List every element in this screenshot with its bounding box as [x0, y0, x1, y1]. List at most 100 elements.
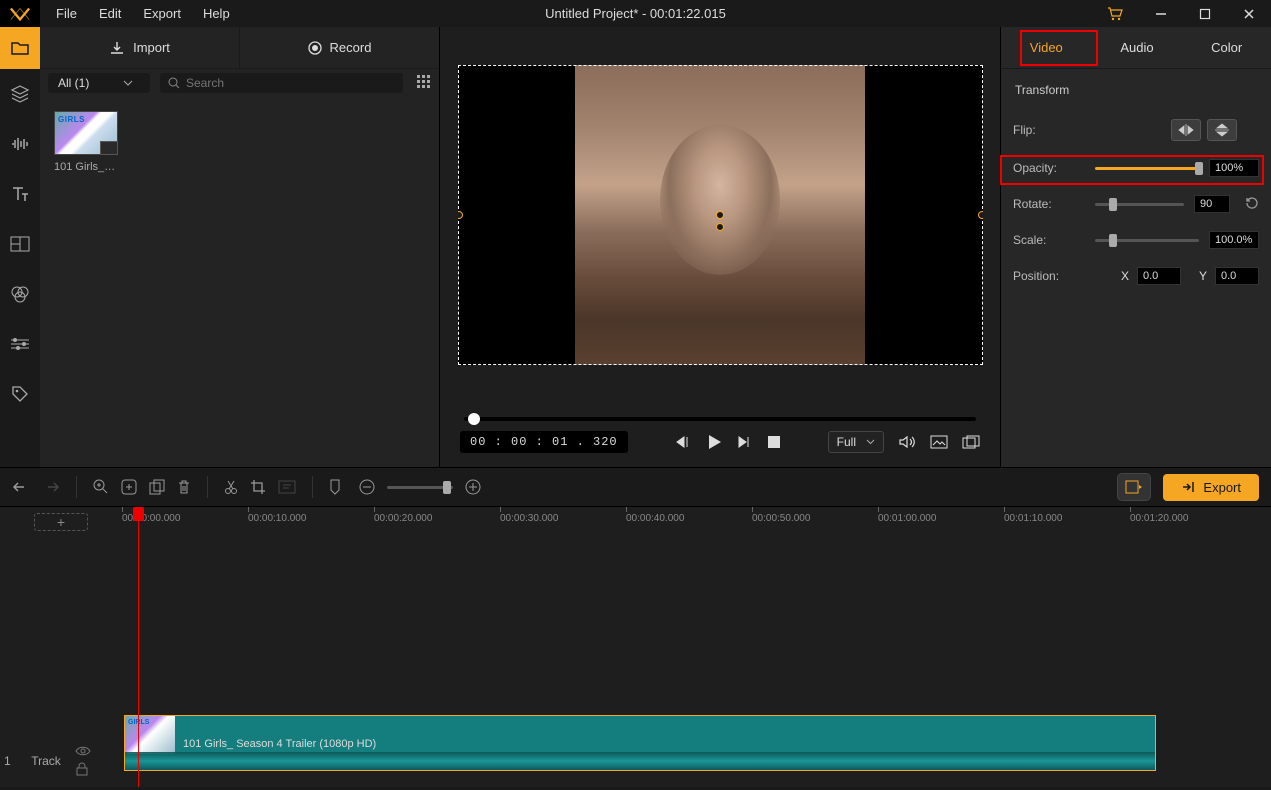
- record-label: Record: [330, 40, 372, 55]
- media-item[interactable]: 101 Girls_ S...: [54, 111, 118, 173]
- window-title: Untitled Project* - 00:01:22.015: [545, 6, 726, 21]
- scale-slider[interactable]: [1095, 239, 1199, 242]
- zoom-in-button[interactable]: [465, 479, 481, 495]
- rail-audio-icon[interactable]: [0, 119, 40, 169]
- position-y-value[interactable]: 0.0: [1215, 267, 1259, 285]
- grid-view-icon[interactable]: [417, 75, 431, 92]
- position-label: Position:: [1013, 269, 1065, 283]
- main-area: Import Record All (1) 101 Girls_: [0, 27, 1271, 467]
- tab-audio[interactable]: Audio: [1102, 30, 1171, 65]
- prev-frame-button[interactable]: [675, 435, 691, 449]
- rail-tag-icon[interactable]: [0, 369, 40, 419]
- redo-button[interactable]: [42, 480, 60, 494]
- scale-value[interactable]: 100.0%: [1209, 231, 1259, 249]
- preview-viewport[interactable]: [458, 65, 983, 365]
- zoom-slider[interactable]: [387, 486, 453, 489]
- left-rail: [0, 27, 40, 467]
- export-button[interactable]: Export: [1163, 474, 1259, 501]
- tool-cut-icon[interactable]: [224, 479, 238, 495]
- timecode-display: 00 : 00 : 01 . 320: [460, 431, 628, 453]
- export-label: Export: [1203, 480, 1241, 495]
- timeline: + 1 Track 00:00:00.000 00:00:10.000 00:0…: [0, 507, 1271, 787]
- snapshot-icon[interactable]: [930, 435, 948, 449]
- position-x-value[interactable]: 0.0: [1137, 267, 1181, 285]
- tool-add-icon[interactable]: [121, 479, 137, 495]
- rotate-value[interactable]: 90: [1194, 195, 1230, 213]
- import-button[interactable]: Import: [40, 27, 240, 68]
- export-settings-button[interactable]: [1117, 473, 1151, 501]
- tool-delete-icon[interactable]: [177, 479, 191, 495]
- ruler-tick: 00:01:10.000: [1004, 513, 1062, 524]
- menu-help[interactable]: Help: [193, 2, 240, 25]
- opacity-value[interactable]: 100%: [1209, 159, 1259, 177]
- clip-waveform: [125, 752, 1155, 770]
- record-button[interactable]: Record: [240, 27, 439, 68]
- track-visibility-icon[interactable]: [75, 746, 91, 756]
- tool-copy-icon[interactable]: [149, 479, 165, 495]
- search-input[interactable]: [186, 76, 395, 90]
- play-button[interactable]: [705, 433, 723, 451]
- timeline-clip[interactable]: 101 Girls_ Season 4 Trailer (1080p HD): [124, 715, 1156, 771]
- rotate-reset-button[interactable]: [1244, 195, 1259, 213]
- rotate-slider[interactable]: [1095, 203, 1184, 206]
- tab-video[interactable]: Video: [1012, 30, 1081, 65]
- handle-center[interactable]: [716, 211, 724, 219]
- rail-filter-icon[interactable]: [0, 269, 40, 319]
- media-search[interactable]: [160, 73, 403, 93]
- maximize-button[interactable]: [1183, 0, 1227, 27]
- next-frame-button[interactable]: [737, 435, 753, 449]
- ruler-tick: 00:01:00.000: [878, 513, 936, 524]
- media-filter-dropdown[interactable]: All (1): [48, 73, 150, 93]
- playhead[interactable]: [138, 507, 139, 787]
- clip-label: 101 Girls_ Season 4 Trailer (1080p HD): [183, 738, 376, 750]
- handle-left[interactable]: [458, 211, 463, 219]
- opacity-slider[interactable]: [1095, 167, 1199, 170]
- tool-text-icon[interactable]: [278, 480, 296, 494]
- tab-color[interactable]: Color: [1193, 30, 1260, 65]
- scale-label: Scale:: [1013, 233, 1065, 247]
- minimize-button[interactable]: [1139, 0, 1183, 27]
- time-ruler[interactable]: 00:00:00.000 00:00:10.000 00:00:20.000 0…: [122, 507, 1271, 535]
- tool-marker-icon[interactable]: [329, 479, 341, 495]
- rail-split-icon[interactable]: [0, 219, 40, 269]
- close-button[interactable]: [1227, 0, 1271, 27]
- progress-thumb[interactable]: [468, 413, 480, 425]
- zoom-out-button[interactable]: [359, 479, 375, 495]
- clip-thumbnail: [125, 716, 175, 754]
- flip-horizontal-button[interactable]: [1171, 119, 1201, 141]
- flip-vertical-button[interactable]: [1207, 119, 1237, 141]
- rail-media[interactable]: [0, 27, 40, 69]
- video-track[interactable]: 101 Girls_ Season 4 Trailer (1080p HD): [122, 715, 1271, 773]
- ruler-tick: 00:00:30.000: [500, 513, 558, 524]
- ruler-tick: 00:00:00.000: [122, 513, 180, 524]
- undo-button[interactable]: [12, 480, 30, 494]
- tool-search-icon[interactable]: [93, 479, 109, 495]
- handle-rotate[interactable]: [716, 223, 724, 231]
- tool-crop-icon[interactable]: [250, 479, 266, 495]
- detach-icon[interactable]: [962, 435, 980, 449]
- menu-file[interactable]: File: [46, 2, 87, 25]
- timeline-tracks-area[interactable]: 00:00:00.000 00:00:10.000 00:00:20.000 0…: [122, 507, 1271, 787]
- menu-edit[interactable]: Edit: [89, 2, 131, 25]
- menu-export[interactable]: Export: [133, 2, 191, 25]
- rail-adjust-icon[interactable]: [0, 319, 40, 369]
- rail-layers-icon[interactable]: [0, 69, 40, 119]
- filter-label: All (1): [58, 76, 89, 90]
- handle-right[interactable]: [978, 211, 983, 219]
- transform-heading: Transform: [1013, 83, 1259, 101]
- progress-track[interactable]: [464, 417, 976, 421]
- position-row: Position: X 0.0 Y 0.0: [1013, 267, 1259, 285]
- zoom-dropdown[interactable]: Full: [828, 431, 884, 453]
- rail-text-icon[interactable]: [0, 169, 40, 219]
- stop-button[interactable]: [767, 435, 781, 449]
- selection-bounds[interactable]: [458, 65, 983, 365]
- app-logo: [0, 0, 40, 27]
- preview-canvas[interactable]: [440, 27, 1000, 403]
- track-lock-icon[interactable]: [75, 762, 89, 776]
- cart-icon[interactable]: [1101, 0, 1129, 27]
- add-track-button[interactable]: +: [34, 513, 88, 531]
- volume-icon[interactable]: [898, 435, 916, 449]
- track-index: 1: [4, 754, 11, 768]
- flip-row: Flip:: [1013, 119, 1259, 141]
- opacity-row: Opacity: 100%: [1013, 159, 1259, 177]
